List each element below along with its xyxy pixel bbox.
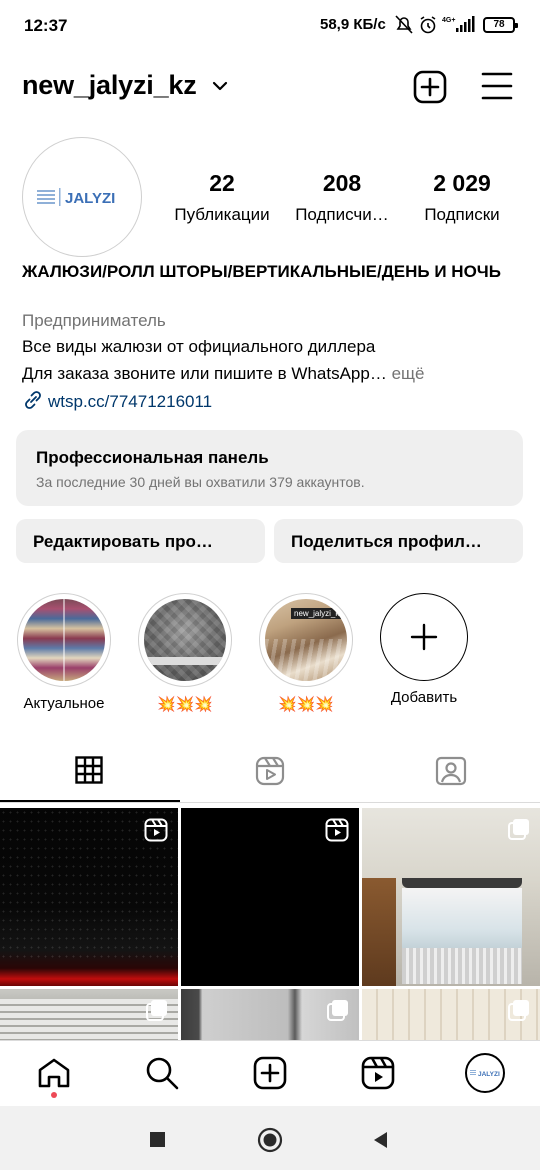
carousel-indicator-icon <box>327 1000 348 1021</box>
status-time: 12:37 <box>24 16 68 35</box>
back-icon[interactable] <box>371 1130 389 1150</box>
stat-posts-value: 22 <box>209 170 235 196</box>
stat-following-label: Подписки <box>424 205 500 224</box>
tab-tagged[interactable] <box>360 750 540 802</box>
bio-more-link[interactable]: ещё <box>392 364 425 383</box>
chevron-down-icon[interactable] <box>212 80 228 92</box>
add-highlight-button[interactable]: Добавить <box>374 593 474 706</box>
add-highlight-label: Добавить <box>390 689 458 706</box>
share-profile-button[interactable]: Поделиться профил… <box>274 519 523 563</box>
highlight-item[interactable]: new_jalyzi_kz 💥💥💥 <box>256 593 356 713</box>
bottom-navigation: JALYZI <box>0 1040 540 1107</box>
highlight-image: new_jalyzi_kz <box>265 599 347 681</box>
nav-profile[interactable]: JALYZI <box>454 1041 518 1107</box>
jalyzi-logo: JALYZI <box>37 188 115 207</box>
stat-following[interactable]: 2 029 Подписки <box>392 170 532 225</box>
highlight-label: Актуальное <box>23 695 105 712</box>
mute-icon <box>395 15 413 34</box>
post-thumbnail[interactable] <box>362 808 540 986</box>
post-thumbnail[interactable] <box>181 808 359 986</box>
home-button-icon[interactable] <box>257 1127 283 1153</box>
avatar-small-logo-text: JALYZI <box>478 1071 500 1078</box>
tagged-person-icon <box>435 756 467 786</box>
post-thumbnail[interactable] <box>0 808 178 986</box>
profile-username[interactable]: new_jalyzi_kz <box>22 70 197 101</box>
profile-display-name: ЖАЛЮЗИ/РОЛЛ ШТОРЫ/ВЕРТИКАЛЬНЫЕ/ДЕНЬ И НО… <box>22 262 501 281</box>
battery-level: 78 <box>493 19 505 30</box>
bio-line-1: Все виды жалюзи от официального диллера <box>22 337 376 356</box>
stat-following-value: 2 029 <box>433 170 491 196</box>
edit-profile-button[interactable]: Редактировать про… <box>16 519 265 563</box>
highlight-cover: new_jalyzi_kz <box>259 593 353 687</box>
grid-icon <box>75 756 103 784</box>
battery-icon: 78 <box>483 17 518 33</box>
nav-search[interactable] <box>130 1041 194 1107</box>
network-type-label: 4G+ <box>442 17 455 24</box>
signal-icon <box>456 16 475 32</box>
highlight-image <box>23 599 105 681</box>
nav-home[interactable] <box>22 1041 86 1107</box>
post-thumbnail[interactable] <box>181 989 359 1041</box>
stat-followers-label: Подписчи… <box>295 205 389 224</box>
search-icon <box>146 1057 179 1090</box>
plus-icon <box>410 623 438 651</box>
nav-create[interactable] <box>238 1041 302 1107</box>
system-navigation-bar <box>0 1106 540 1170</box>
reels-icon <box>361 1056 395 1090</box>
bio-website-text: wtsp.cc/77471216011 <box>48 392 213 411</box>
profile-avatar[interactable]: JALYZI <box>22 137 142 257</box>
highlight-item[interactable]: Актуальное <box>14 593 114 712</box>
highlight-image <box>144 599 226 681</box>
tab-reels[interactable] <box>180 750 360 802</box>
pro-dashboard-title: Профессиональная панель <box>36 448 269 467</box>
profile-avatar-small: JALYZI <box>465 1053 505 1093</box>
highlight-cover <box>138 593 232 687</box>
jalyzi-logo-small: JALYZI <box>470 1070 500 1078</box>
highlight-overlay-text: new_jalyzi_kz <box>291 608 347 619</box>
highlight-item[interactable]: 💥💥💥 <box>135 593 235 713</box>
status-bar: 12:37 58,9 КБ/с 4G+ 78 <box>0 0 540 52</box>
carousel-indicator-icon <box>146 1000 167 1021</box>
menu-icon[interactable] <box>481 71 513 101</box>
stat-posts-label: Публикации <box>174 205 270 224</box>
highlight-cover <box>17 593 111 687</box>
alarm-icon <box>420 16 436 34</box>
bio-website-link[interactable]: wtsp.cc/77471216011 <box>22 390 212 412</box>
carousel-indicator-icon <box>508 819 529 840</box>
stat-followers[interactable]: 208 Подписчи… <box>272 170 412 225</box>
create-icon <box>253 1056 287 1090</box>
pro-dashboard-subtitle: За последние 30 дней вы охватили 379 акк… <box>36 474 365 490</box>
tab-divider <box>0 802 540 803</box>
link-icon <box>25 391 41 409</box>
post-thumbnail[interactable] <box>362 989 540 1041</box>
carousel-indicator-icon <box>508 1000 529 1021</box>
add-highlight-circle <box>380 593 468 681</box>
notification-dot <box>51 1092 57 1098</box>
stat-posts[interactable]: 22 Публикации <box>152 170 292 225</box>
post-thumbnail[interactable] <box>0 989 178 1041</box>
profile-category: Предприниматель <box>22 311 166 330</box>
reel-indicator-icon <box>144 818 168 842</box>
tab-posts-grid[interactable] <box>0 750 180 802</box>
avatar-logo-text: JALYZI <box>65 190 115 207</box>
bio-line-2-wrap: Для заказа звоните или пишите в WhatsApp… <box>22 364 424 384</box>
reel-indicator-icon <box>325 818 349 842</box>
create-post-icon[interactable] <box>413 70 447 104</box>
status-network-speed: 58,9 КБ/с <box>320 16 386 33</box>
highlight-label: 💥💥💥 <box>277 696 335 713</box>
professional-dashboard[interactable]: Профессиональная панель За последние 30 … <box>16 430 523 506</box>
stat-followers-value: 208 <box>322 170 362 196</box>
home-icon <box>38 1058 70 1088</box>
status-icons: 4G+ <box>395 15 475 34</box>
nav-reels[interactable] <box>346 1041 410 1107</box>
highlight-label: 💥💥💥 <box>156 696 214 713</box>
bio-line-2: Для заказа звоните или пишите в WhatsApp… <box>22 364 387 383</box>
recent-apps-icon[interactable] <box>150 1132 165 1147</box>
reels-icon <box>255 756 285 786</box>
